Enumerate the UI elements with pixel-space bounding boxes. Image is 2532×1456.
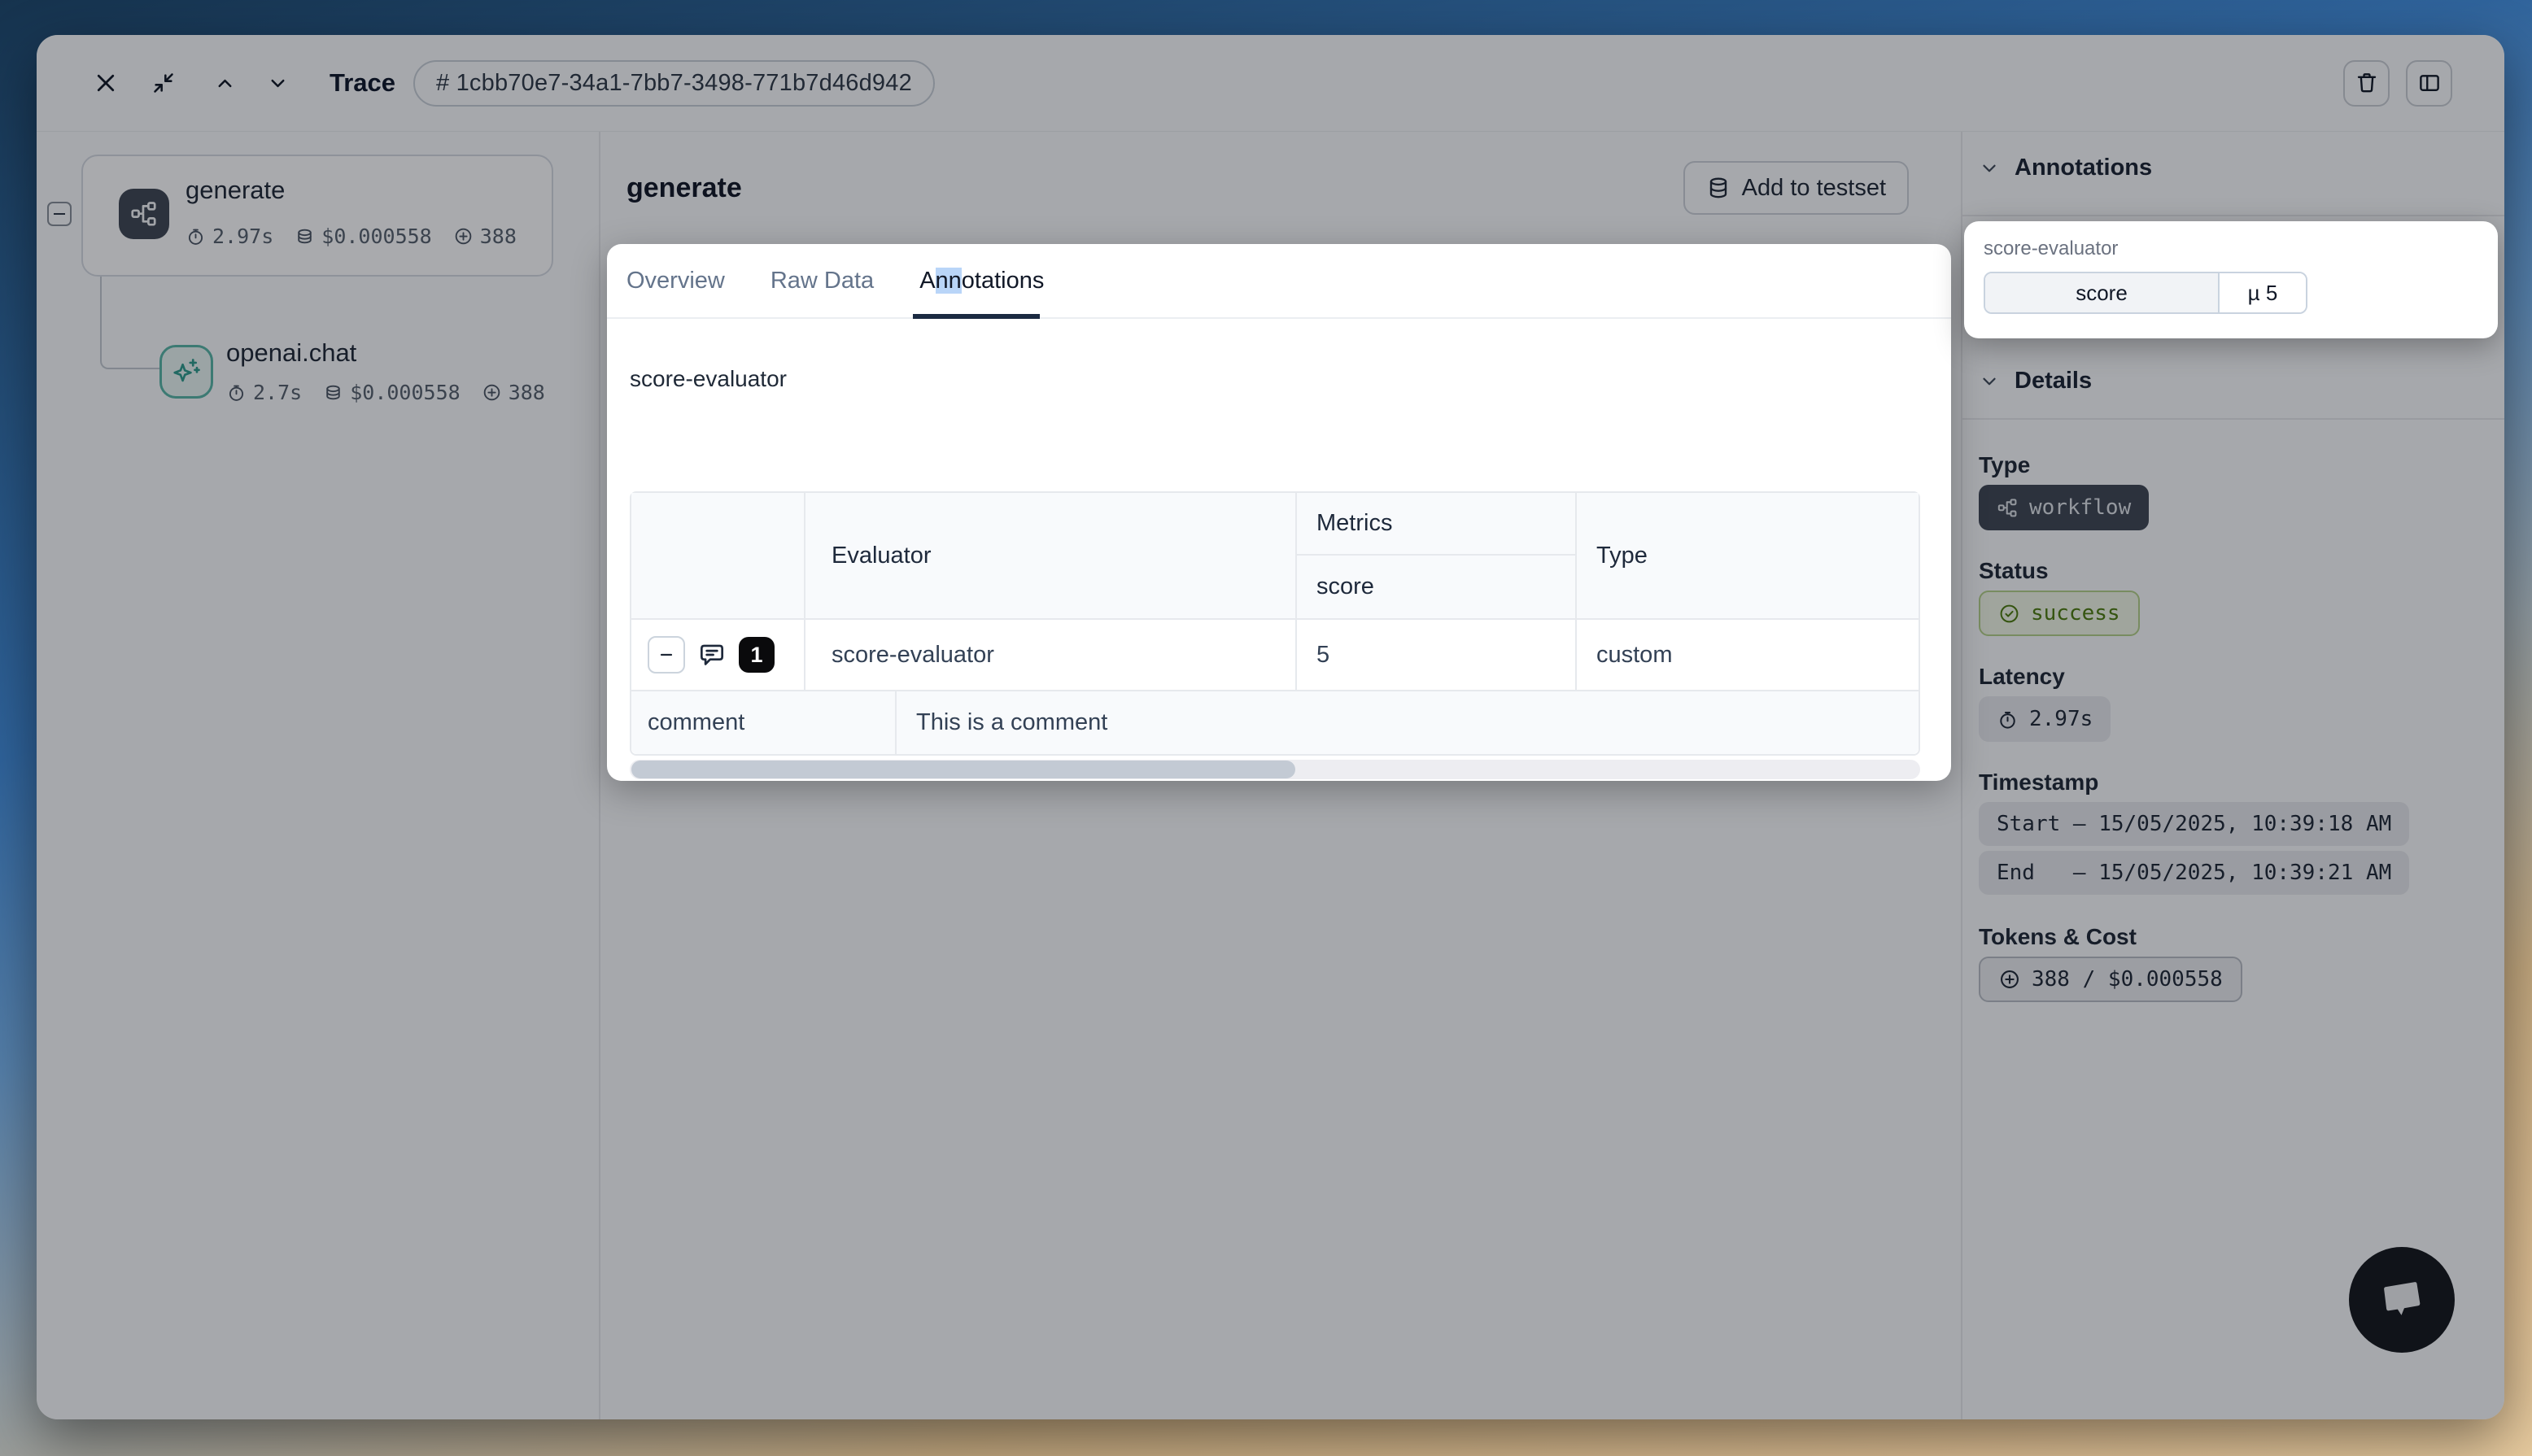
comment-key-cell: comment: [631, 691, 897, 754]
trash-icon: [2355, 71, 2379, 95]
details-section-header[interactable]: Details: [1979, 368, 2092, 395]
check-circle-icon: [1998, 603, 2020, 625]
sparkles-icon[interactable]: [159, 345, 213, 399]
details-sidebar: Annotations score-evaluator score µ 5 De…: [1962, 132, 2504, 1419]
row-type-cell: custom: [1577, 618, 1919, 690]
annotation-evaluator-label: score-evaluator: [1984, 238, 2478, 260]
score-metric-field[interactable]: score: [1985, 273, 2218, 312]
workflow-icon: [1997, 497, 2019, 519]
status-label: Status: [1979, 558, 2049, 584]
annotations-section-header[interactable]: Annotations: [1979, 155, 2152, 181]
chevron-down-icon[interactable]: [267, 72, 289, 94]
header-type: Type: [1577, 493, 1919, 618]
score-evaluator-card: score-evaluator score µ 5: [1964, 221, 2498, 338]
horizontal-scrollbar[interactable]: [630, 760, 1920, 779]
annotation-count-badge: 1: [739, 637, 775, 673]
span-title: generate: [626, 172, 742, 204]
row-score-cell: 5: [1297, 618, 1577, 690]
header-evaluator: Evaluator: [805, 493, 1297, 618]
tokens-circle-plus-icon: [453, 226, 474, 246]
tokens-cost-badge: 388 / $0.000558: [1979, 957, 2242, 1002]
stopwatch-icon: [186, 226, 206, 246]
coins-icon: [295, 226, 315, 246]
coins-icon: [323, 382, 343, 403]
drawer-title: Trace: [330, 68, 395, 98]
delete-trace-button[interactable]: [2343, 60, 2390, 107]
header-metrics: Metrics: [1297, 493, 1577, 556]
chevron-down-icon: [1979, 158, 2000, 179]
header-actions-cell: [631, 493, 805, 618]
score-input[interactable]: score µ 5: [1984, 272, 2307, 314]
type-badge: workflow: [1979, 485, 2149, 530]
tab-overview[interactable]: Overview: [626, 244, 725, 317]
text-selection: nn: [936, 268, 962, 294]
chevron-up-icon[interactable]: [214, 72, 236, 94]
close-icon[interactable]: [94, 71, 118, 95]
timestamp-start-badge: Start — 15/05/2025, 10:39:18 AM: [1979, 802, 2409, 846]
type-label: Type: [1979, 452, 2030, 478]
header-metric-score: score: [1297, 556, 1577, 618]
tokens-circle-plus-icon: [482, 382, 502, 403]
topbar: Trace # 1cbb70e7-34a1-7bb7-3498-771b7d46…: [37, 35, 2504, 132]
add-to-testset-button[interactable]: Add to testset: [1683, 161, 1909, 215]
database-icon: [1706, 176, 1731, 200]
status-badge: success: [1979, 591, 2140, 636]
trace-id-chip: # 1cbb70e7-34a1-7bb7-3498-771b7d46d942: [413, 60, 935, 107]
evaluator-section-title: score-evaluator: [630, 366, 787, 392]
trace-drawer-window: Trace # 1cbb70e7-34a1-7bb7-3498-771b7d46…: [37, 35, 2504, 1419]
row-evaluator-cell: score-evaluator: [805, 618, 1297, 690]
tab-content: score-evaluator Evaluator Metrics score …: [607, 319, 1951, 779]
table-row-actions: 1: [631, 618, 805, 690]
workflow-icon: [119, 189, 169, 239]
panel-layout-icon: [2417, 71, 2442, 95]
divider: [1962, 215, 2504, 216]
stopwatch-icon: [1997, 708, 2019, 730]
main-header: generate Add to testset: [600, 132, 1961, 244]
annotations-tab-panel: Overview Raw Data Annotations score-eval…: [607, 244, 1951, 781]
latency-badge: 2.97s: [1979, 696, 2111, 742]
tree-node-generate[interactable]: generate 2.97s $0.000558 388: [81, 155, 553, 277]
comment-icon[interactable]: [696, 639, 727, 670]
timestamp-label: Timestamp: [1979, 769, 2098, 796]
node-title: generate: [186, 176, 285, 205]
tokens-cost-label: Tokens & Cost: [1979, 924, 2137, 950]
collapse-tree-icon[interactable]: [47, 202, 72, 226]
chat-bubble-icon: [2373, 1271, 2432, 1330]
tree-connector-line: [100, 277, 160, 369]
timestamp-end-badge: End — 15/05/2025, 10:39:21 AM: [1979, 851, 2409, 895]
scrollbar-thumb[interactable]: [631, 761, 1295, 778]
node-metrics: 2.97s $0.000558 388: [186, 225, 517, 248]
side-panel-toggle-button[interactable]: [2406, 60, 2452, 107]
score-value-addon: µ 5: [2218, 273, 2306, 312]
tab-annotations[interactable]: Annotations: [919, 244, 1044, 317]
tree-node-openai-chat[interactable]: openai.chat: [226, 338, 356, 368]
node-metrics: 2.7s $0.000558 388: [226, 381, 545, 404]
main-panel: generate Add to testset Overview Raw Dat…: [600, 132, 1962, 1419]
chevron-down-icon: [1979, 371, 2000, 392]
support-chat-button[interactable]: [2349, 1247, 2455, 1353]
tab-raw-data[interactable]: Raw Data: [771, 244, 874, 317]
tab-bar: Overview Raw Data Annotations: [607, 244, 1951, 319]
latency-label: Latency: [1979, 664, 2065, 690]
collapse-row-icon[interactable]: [648, 636, 685, 674]
stopwatch-icon: [226, 382, 247, 403]
annotations-table: Evaluator Metrics score Type: [630, 491, 1920, 756]
trace-tree-sidebar: generate 2.97s $0.000558 388 openai.chat…: [37, 132, 600, 1419]
tokens-circle-plus-icon: [1998, 968, 2021, 991]
minimize-icon[interactable]: [152, 72, 175, 94]
comment-subrow: comment This is a comment: [631, 690, 1919, 754]
comment-value-cell: This is a comment: [897, 691, 1919, 754]
divider: [1962, 418, 2504, 420]
